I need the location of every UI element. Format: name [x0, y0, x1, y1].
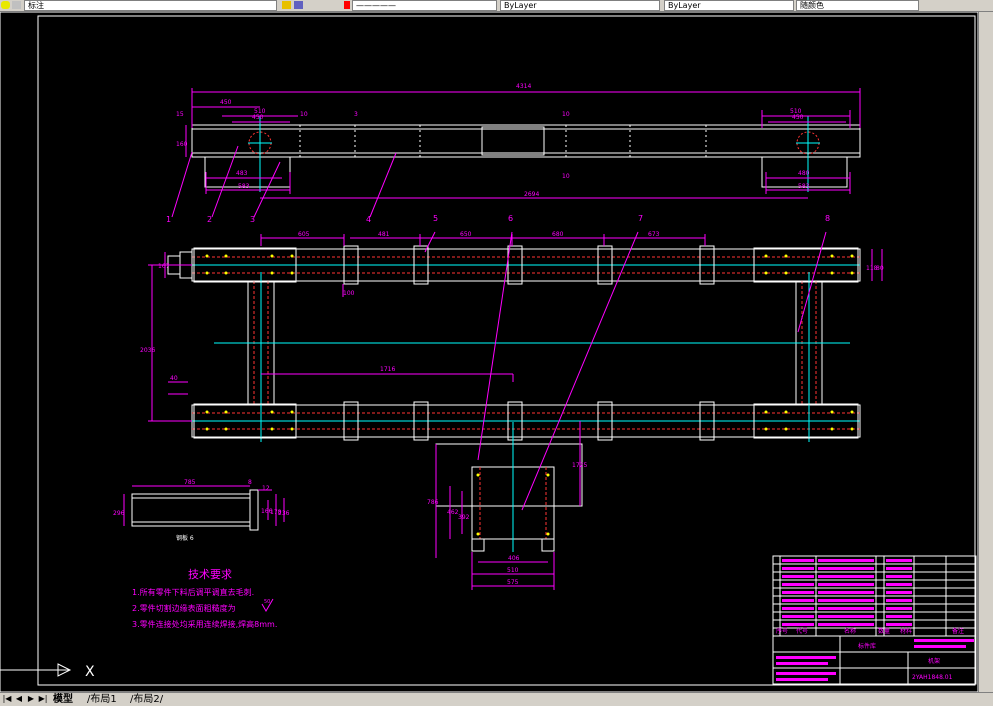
svg-text:450: 450 — [792, 114, 804, 121]
svg-text:167: 167 — [158, 263, 170, 270]
layer-lock-icon — [12, 1, 21, 9]
side-elevation-view — [171, 88, 861, 218]
svg-text:481: 481 — [378, 231, 390, 238]
note-2: 2.零件切割边缘表面粗糙度为 — [132, 603, 236, 613]
svg-text:10: 10 — [300, 111, 308, 118]
svg-text:名称: 名称 — [844, 627, 856, 635]
plan-view — [148, 231, 883, 590]
tab-nav-last-icon[interactable]: ▶| — [38, 694, 48, 704]
svg-text:备注: 备注 — [952, 627, 964, 635]
dim-overall: 4314 — [516, 83, 531, 90]
color-dropdown[interactable]: ————— — [352, 0, 497, 11]
tab-layout1[interactable]: /布局1 — [84, 693, 120, 706]
part-name: 机架 — [928, 657, 940, 665]
svg-text:483: 483 — [236, 170, 248, 177]
balloon-2: 2 — [207, 215, 212, 224]
color-swatch-icon — [344, 1, 350, 9]
linetype-dropdown[interactable]: ByLayer — [500, 0, 660, 11]
balloon-8: 8 — [825, 214, 830, 223]
svg-text:3: 3 — [354, 111, 358, 118]
vertical-scrollbar[interactable] — [978, 12, 993, 692]
svg-text:786: 786 — [427, 499, 439, 506]
svg-text:2694: 2694 — [524, 191, 539, 198]
tab-nav-prev-icon[interactable]: ◀ — [14, 694, 24, 704]
balloon-4: 4 — [366, 215, 371, 224]
balloon-7: 7 — [638, 214, 643, 223]
svg-text:160: 160 — [176, 141, 188, 148]
svg-text:50: 50 — [264, 599, 270, 605]
tab-model[interactable]: 模型 — [50, 693, 76, 706]
note-3: 3.零件连接处均采用连续焊接,焊高8mm. — [132, 619, 277, 629]
tab-layout2[interactable]: /布局2/ — [127, 693, 166, 706]
detail-view — [123, 485, 285, 531]
ucs-icon: X — [0, 663, 95, 680]
roughness-symbol-icon: 50 — [261, 598, 274, 612]
svg-text:392: 392 — [458, 514, 470, 521]
svg-text:10: 10 — [562, 111, 570, 118]
svg-text:236: 236 — [278, 510, 290, 517]
svg-text:40: 40 — [170, 375, 178, 382]
tab-nav-next-icon[interactable]: ▶ — [26, 694, 36, 704]
svg-text:583: 583 — [238, 183, 250, 190]
part-balloons: 1 2 3 4 5 6 7 8 — [166, 214, 830, 224]
svg-text:480: 480 — [798, 170, 810, 177]
main-beam-outline — [191, 124, 861, 158]
svg-text:575: 575 — [507, 579, 519, 586]
balloon-1: 1 — [166, 215, 171, 224]
svg-text:406: 406 — [508, 555, 520, 562]
detail-label: 钢板 6 — [176, 534, 194, 542]
svg-text:462: 462 — [447, 509, 459, 516]
svg-text:450: 450 — [252, 114, 264, 121]
technical-notes: 技术要求 1.所有零件下料后调平调直去毛刺. 2.零件切割边缘表面粗糙度为 50… — [132, 568, 277, 629]
detail-dimension-texts: 785 8 12 296 166 178 236 钢板 6 — [113, 479, 290, 542]
svg-text:数量: 数量 — [878, 627, 890, 635]
properties-toolbar: 标注 ————— ByLayer ByLayer 随颜色 — [0, 0, 993, 12]
drawing-svg: 4314 450 510 450 15 160 3 10 483 583 269… — [0, 11, 979, 693]
svg-text:605: 605 — [298, 231, 310, 238]
balloon-6: 6 — [508, 214, 513, 223]
svg-text:680: 680 — [552, 231, 564, 238]
title-block: 序号 代号 名称 数量 材料 备注 标件库 机架 2YAH1848.01 — [772, 555, 977, 685]
company-name: 标件库 — [858, 642, 876, 650]
ucs-x-label: X — [85, 664, 95, 680]
svg-text:15: 15 — [176, 111, 184, 118]
svg-text:100: 100 — [343, 290, 355, 297]
layer-manager-icon[interactable] — [282, 1, 291, 9]
plotstyle-dropdown[interactable]: 随颜色 — [796, 0, 919, 11]
svg-text:12: 12 — [262, 485, 270, 492]
lineweight-dropdown[interactable]: ByLayer — [664, 0, 794, 11]
svg-text:序号: 序号 — [776, 627, 788, 635]
svg-text:10: 10 — [562, 173, 570, 180]
drawing-canvas[interactable]: 4314 450 510 450 15 160 3 10 483 583 269… — [0, 11, 993, 693]
notes-title: 技术要求 — [188, 568, 232, 581]
svg-text:材料: 材料 — [900, 627, 912, 635]
drawing-number: 2YAH1848.01 — [912, 674, 953, 681]
svg-text:785: 785 — [184, 479, 196, 486]
svg-text:296: 296 — [113, 510, 125, 517]
svg-text:1725: 1725 — [572, 462, 587, 469]
layer-dropdown[interactable]: 标注 — [24, 0, 277, 11]
svg-text:510: 510 — [507, 567, 519, 574]
note-1: 1.所有零件下料后调平调直去毛刺. — [132, 587, 254, 597]
svg-text:1716: 1716 — [380, 366, 395, 373]
balloon-5: 5 — [433, 214, 438, 223]
svg-text:代号: 代号 — [796, 627, 808, 635]
balloon-3: 3 — [250, 215, 255, 224]
layer-bulb-icon — [1, 1, 10, 9]
layer-previous-icon[interactable] — [294, 1, 303, 9]
tab-nav-first-icon[interactable]: |◀ — [2, 694, 12, 704]
svg-text:8: 8 — [248, 479, 252, 486]
svg-text:80: 80 — [876, 265, 884, 272]
svg-text:673: 673 — [648, 231, 660, 238]
svg-text:2036: 2036 — [140, 347, 155, 354]
svg-text:583: 583 — [798, 183, 810, 190]
svg-text:450: 450 — [220, 99, 232, 106]
layout-tabs-bar: |◀ ◀ ▶ ▶| 模型 /布局1 /布局2/ — [0, 692, 993, 706]
svg-text:650: 650 — [460, 231, 472, 238]
